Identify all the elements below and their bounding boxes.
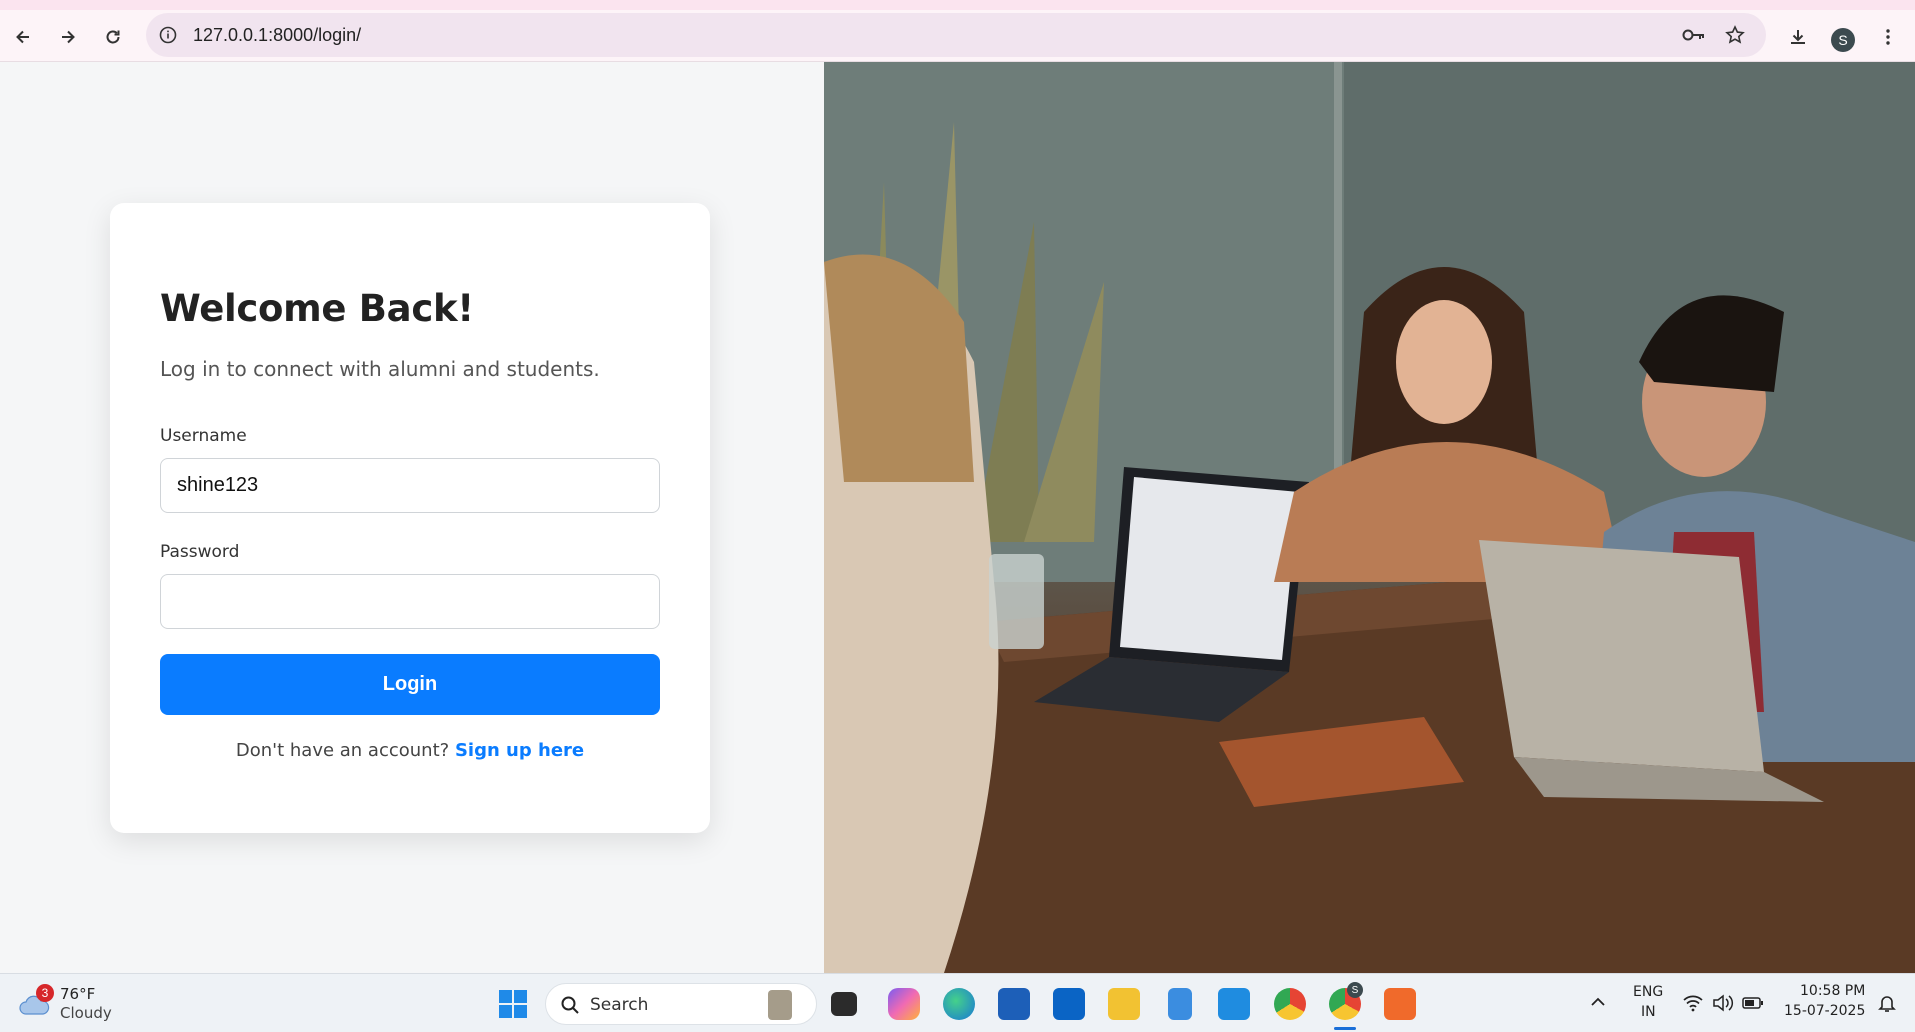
- reload-icon: [106, 30, 120, 44]
- arrow-left-icon: [16, 30, 29, 44]
- weather-badge: 3: [36, 984, 54, 1002]
- volume-icon[interactable]: [1712, 994, 1734, 1012]
- browser-menu-button[interactable]: [1872, 21, 1904, 53]
- search-highlight-icon: [768, 990, 792, 1020]
- login-button[interactable]: Login: [160, 654, 660, 715]
- os-taskbar: 3 76°F Cloudy Search S ENG IN 10:58 PM 1…: [0, 973, 1915, 1032]
- page-title: Welcome Back!: [160, 287, 474, 330]
- store-icon[interactable]: [998, 988, 1030, 1020]
- start-button[interactable]: [497, 988, 529, 1020]
- battery-icon[interactable]: [1742, 995, 1764, 1011]
- search-icon: [561, 996, 579, 1014]
- username-label: Username: [160, 426, 247, 446]
- clock-time[interactable]: 10:58 PM: [1800, 983, 1865, 999]
- active-app-indicator: [1334, 1027, 1356, 1030]
- chrome-profile-badge: S: [1347, 982, 1363, 998]
- signup-link[interactable]: Sign up here: [455, 740, 584, 761]
- password-input[interactable]: [160, 574, 660, 629]
- browser-toolbar: 127.0.0.1:8000/login/ S: [0, 10, 1915, 62]
- page-content: Welcome Back! Log in to connect with alu…: [0, 62, 1915, 973]
- tray-chevron-icon[interactable]: [1588, 992, 1608, 1012]
- bookmark-star-icon[interactable]: [1723, 23, 1747, 47]
- clock-date[interactable]: 15-07-2025: [1784, 1003, 1865, 1019]
- outlook-icon[interactable]: [1053, 988, 1085, 1020]
- tab-strip: [0, 0, 1915, 10]
- search-placeholder: Search: [590, 995, 649, 1015]
- taskbar-search[interactable]: Search: [545, 983, 817, 1025]
- login-card: Welcome Back! Log in to connect with alu…: [110, 203, 710, 833]
- vscode-icon[interactable]: [1218, 988, 1250, 1020]
- task-view-icon[interactable]: [831, 992, 857, 1016]
- notification-bell-icon[interactable]: [1877, 993, 1897, 1013]
- file-explorer-icon[interactable]: [1108, 988, 1140, 1020]
- hero-illustration: [824, 62, 1915, 973]
- forward-button[interactable]: [52, 21, 84, 53]
- copilot-icon[interactable]: [888, 988, 920, 1020]
- weather-widget[interactable]: 3 76°F Cloudy: [18, 982, 128, 1026]
- weather-temp: 76°F: [60, 985, 96, 1003]
- page-subtitle: Log in to connect with alumni and studen…: [160, 357, 600, 381]
- windows-logo-icon: [499, 990, 527, 1018]
- notepad-icon[interactable]: [1168, 988, 1192, 1020]
- reload-button[interactable]: [97, 21, 129, 53]
- wifi-icon[interactable]: [1683, 994, 1703, 1012]
- back-button[interactable]: [7, 21, 39, 53]
- language-code[interactable]: ENG: [1633, 984, 1663, 1000]
- url-text[interactable]: 127.0.0.1:8000/login/: [193, 25, 361, 46]
- chrome-profile-icon[interactable]: S: [1329, 982, 1363, 1020]
- edge-icon[interactable]: [943, 988, 975, 1020]
- downloads-button[interactable]: [1782, 21, 1814, 53]
- username-input[interactable]: shine123: [160, 458, 660, 513]
- language-region[interactable]: IN: [1641, 1004, 1656, 1020]
- signup-prompt: Don't have an account? Sign up here: [110, 740, 710, 761]
- password-label: Password: [160, 542, 240, 562]
- chrome-icon[interactable]: [1274, 988, 1306, 1020]
- hero-photo: [824, 62, 1915, 973]
- weather-desc: Cloudy: [60, 1004, 112, 1022]
- arrow-right-icon: [62, 30, 75, 44]
- login-pane: Welcome Back! Log in to connect with alu…: [0, 62, 824, 973]
- address-bar[interactable]: 127.0.0.1:8000/login/: [146, 13, 1766, 57]
- xampp-icon[interactable]: [1384, 988, 1416, 1020]
- profile-avatar[interactable]: S: [1831, 28, 1855, 52]
- download-icon: [1791, 30, 1805, 44]
- signup-prompt-text: Don't have an account?: [235, 740, 450, 761]
- more-vert-icon: [1886, 29, 1890, 45]
- password-key-icon[interactable]: [1682, 23, 1706, 47]
- site-info-icon[interactable]: [156, 23, 180, 47]
